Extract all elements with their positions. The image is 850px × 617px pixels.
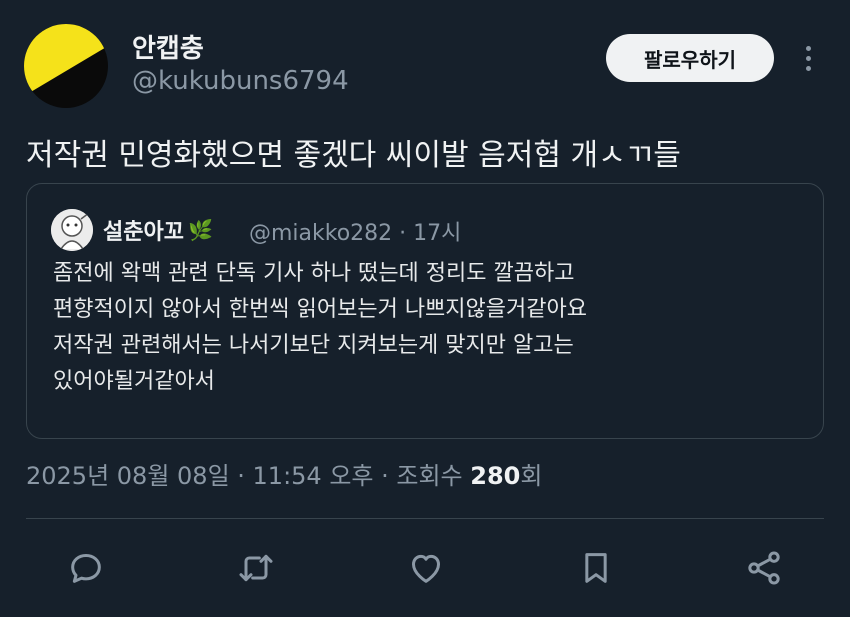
timestamp[interactable]: 2025년 08월 08일 · 11:54 오후 · 조회수 bbox=[26, 462, 463, 490]
quoted-author-name-text: 설춘아꼬 bbox=[103, 220, 184, 245]
author-handle[interactable]: @kukubuns6794 bbox=[132, 66, 349, 96]
view-count-suffix: 회 bbox=[520, 462, 543, 490]
quoted-author-avatar[interactable] bbox=[51, 209, 93, 251]
bookmark-icon[interactable] bbox=[574, 546, 618, 590]
author-avatar[interactable] bbox=[24, 24, 108, 108]
author-display-name[interactable]: 안캡충 bbox=[132, 28, 204, 65]
quoted-tweet[interactable]: 설춘아꼬 🌿 @miakko282 · 17시 좀전에 왁맥 관련 단독 기사 … bbox=[26, 183, 824, 439]
quoted-avatar-graphic bbox=[51, 209, 93, 251]
reply-icon[interactable] bbox=[64, 546, 108, 590]
quoted-line: 편향적이지 않아서 한번씩 읽어보는거 나쁘지않을거같아요 bbox=[53, 297, 587, 322]
like-icon[interactable] bbox=[404, 546, 448, 590]
follow-button[interactable]: 팔로우하기 bbox=[606, 34, 774, 82]
quoted-handle-time: @miakko282 · 17시 bbox=[249, 221, 462, 246]
quoted-line: 있어야될거같아서 bbox=[53, 369, 215, 394]
quoted-author-name[interactable]: 설춘아꼬 🌿 bbox=[103, 214, 213, 246]
tweet-text: 저작권 민영화했으면 좋겠다 씨이발 음저협 개ㅅㄲ들 bbox=[26, 138, 681, 173]
retweet-icon[interactable] bbox=[234, 546, 278, 590]
avatar-graphic bbox=[24, 24, 108, 108]
tweet-meta: 2025년 08월 08일 · 11:54 오후 · 조회수 280회 bbox=[26, 456, 542, 491]
share-icon[interactable] bbox=[742, 546, 786, 590]
view-count: 280 bbox=[470, 462, 521, 490]
quoted-tweet-body: 좀전에 왁맥 관련 단독 기사 하나 떴는데 정리도 깔끔하고 편향적이지 않아… bbox=[53, 256, 813, 400]
quoted-line: 저작권 관련해서는 나서기보단 지켜보는게 맞지만 알고는 bbox=[53, 333, 574, 358]
divider bbox=[26, 518, 824, 519]
quoted-line: 좀전에 왁맥 관련 단독 기사 하나 떴는데 정리도 깔끔하고 bbox=[53, 261, 575, 286]
more-options-icon[interactable] bbox=[796, 42, 820, 74]
leaf-emoji-icon: 🌿 bbox=[187, 218, 213, 242]
